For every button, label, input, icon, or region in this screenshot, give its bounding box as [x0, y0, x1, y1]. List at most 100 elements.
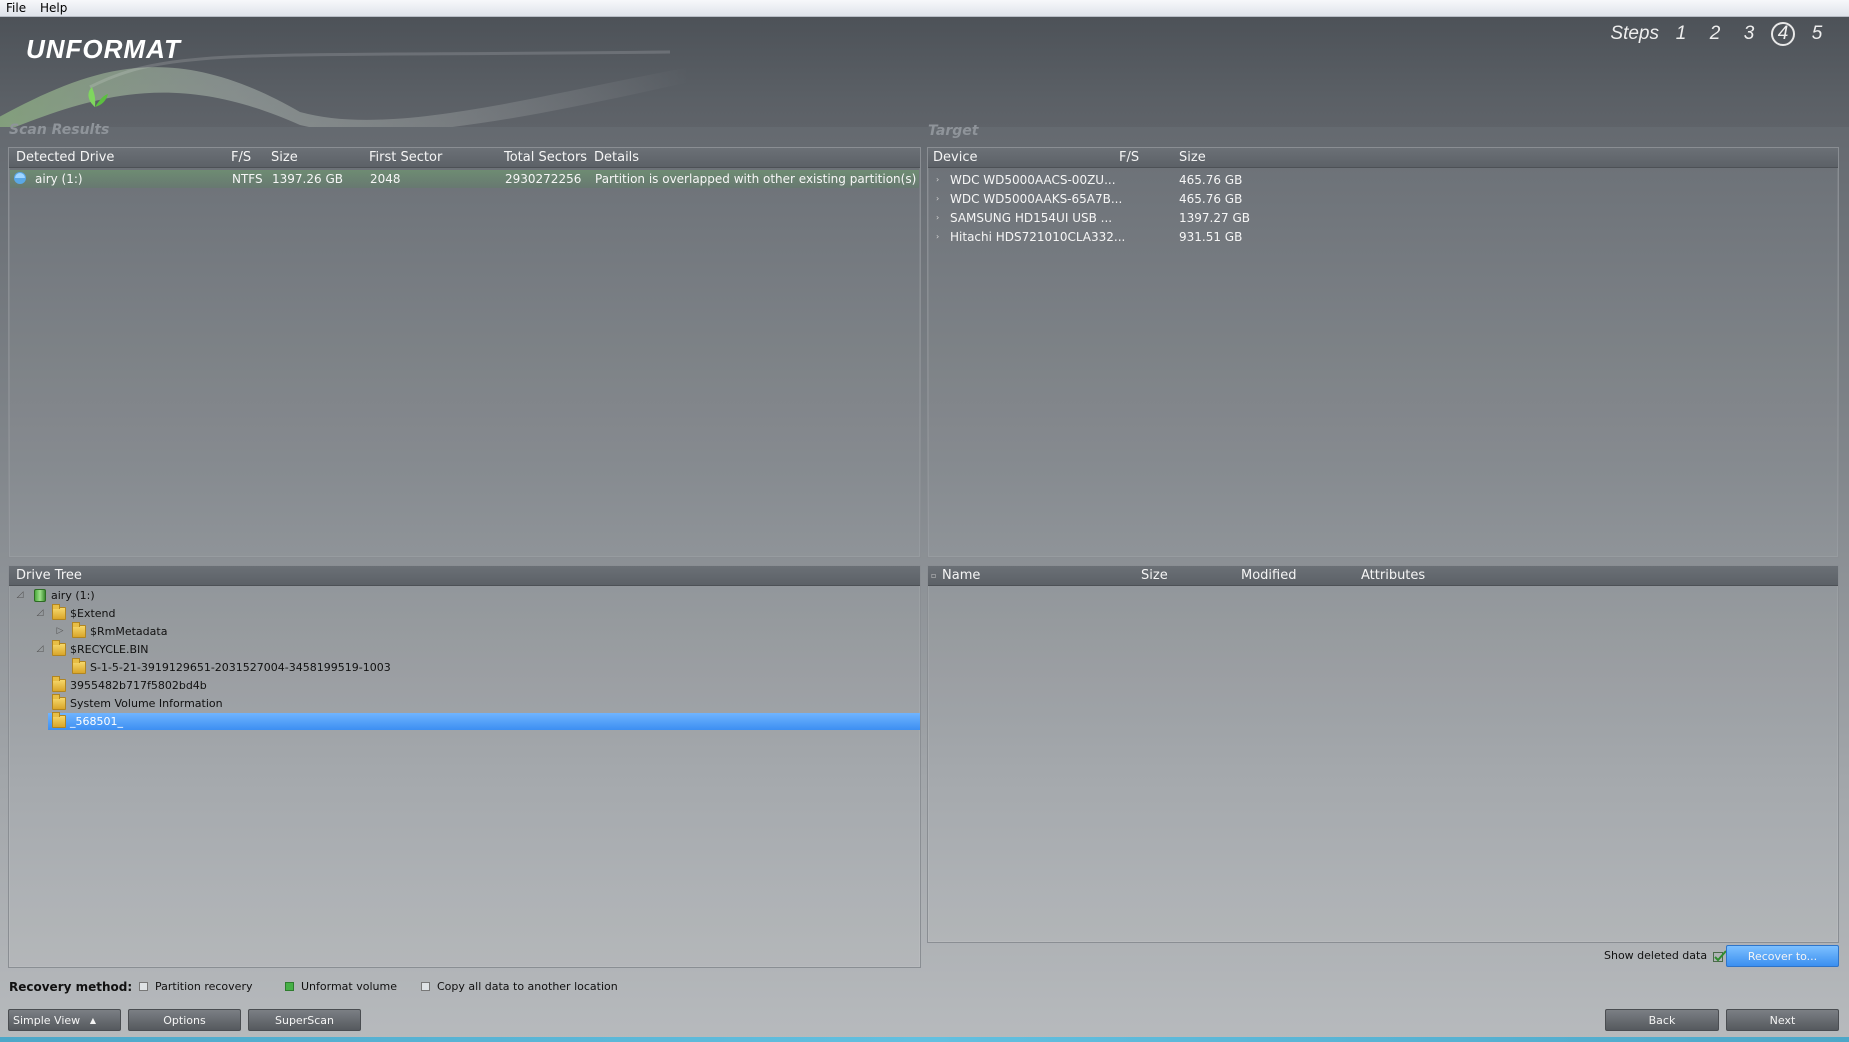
col-device[interactable]: Device: [933, 150, 977, 165]
col-target-size[interactable]: Size: [1179, 150, 1206, 165]
target-header: Device F/S Size: [928, 148, 1838, 168]
tree-node[interactable]: 3955482b717f5802bd4b: [34, 675, 207, 693]
back-button[interactable]: Back: [1605, 1009, 1719, 1031]
device-name: Hitachi HDS721010CLA332...: [950, 230, 1126, 244]
tree-node[interactable]: ◿ airy (1:): [14, 587, 95, 603]
menu-file[interactable]: File: [6, 1, 26, 15]
tree-node-label: 3955482b717f5802bd4b: [70, 678, 207, 692]
device-name: SAMSUNG HD154UI USB ...: [950, 211, 1113, 225]
options-button[interactable]: Options: [128, 1009, 241, 1031]
steps-indicator: Steps 1 2 3 4 5: [1610, 22, 1829, 46]
expand-arrow-icon[interactable]: ›: [936, 194, 939, 203]
folder-icon: [52, 693, 66, 710]
device-size: 465.76 GB: [1179, 192, 1243, 206]
step-2: 2: [1709, 23, 1721, 44]
tree-node-selected[interactable]: _568501_: [34, 711, 123, 729]
recover-to-button[interactable]: Recover to...: [1726, 945, 1839, 967]
recovery-option-copy[interactable]: Copy all data to another location: [421, 980, 618, 993]
checkbox-icon[interactable]: [421, 982, 430, 991]
drive-first-sector: 2048: [370, 172, 401, 186]
expand-arrow-icon[interactable]: ›: [936, 232, 939, 241]
col-first-sector[interactable]: First Sector: [369, 150, 442, 165]
folder-icon: [72, 657, 86, 674]
expand-arrow-icon[interactable]: ›: [936, 175, 939, 184]
table-row[interactable]: airy (1:) NTFS 1397.26 GB 2048 293027225…: [10, 170, 919, 188]
drive-icon: [13, 171, 27, 188]
tree-node-label: $Extend: [70, 606, 116, 620]
drive-total-sectors: 2930272256: [505, 172, 582, 186]
step-3: 3: [1743, 23, 1755, 44]
col-name[interactable]: Name: [942, 568, 980, 583]
tree-node-label: S-1-5-21-3919129651-2031527004-345819951…: [90, 660, 391, 674]
tree-node-label: _568501_: [70, 714, 123, 728]
taskbar-edge: [0, 1037, 1849, 1042]
tree-node[interactable]: ▷ $RmMetadata: [54, 621, 167, 639]
file-list-panel: ▫ Name Size Modified Attributes: [927, 565, 1839, 943]
tree-node-label: System Volume Information: [70, 696, 223, 710]
checkbox-checked-icon[interactable]: [285, 982, 294, 991]
drive-size: 1397.26 GB: [272, 172, 343, 186]
tree-node[interactable]: S-1-5-21-3919129651-2031527004-345819951…: [54, 657, 391, 675]
scan-results-table: Detected Drive F/S Size First Sector Tot…: [8, 147, 921, 558]
app-header: UNFORMAT Steps 1 2 3 4 5: [0, 17, 1849, 127]
tree-node[interactable]: ◿ $RECYCLE.BIN: [34, 639, 149, 657]
target-title: Target: [928, 123, 979, 139]
device-name: WDC WD5000AAKS-65A7B...: [950, 192, 1123, 206]
expand-icon[interactable]: ▷: [54, 626, 66, 636]
col-details[interactable]: Details: [594, 150, 639, 165]
tree-node[interactable]: ◿ $Extend: [34, 603, 116, 621]
step-1: 1: [1675, 23, 1687, 44]
col-fs[interactable]: F/S: [231, 150, 251, 165]
col-total-sectors[interactable]: Total Sectors: [504, 150, 587, 165]
tree-node[interactable]: System Volume Information: [34, 693, 223, 711]
collapse-icon[interactable]: ◿: [34, 608, 46, 618]
folder-icon: [52, 639, 66, 656]
col-attributes[interactable]: Attributes: [1361, 568, 1425, 583]
scan-results-title: Scan Results: [9, 122, 110, 138]
next-button[interactable]: Next: [1726, 1009, 1839, 1031]
folder-icon: [52, 603, 66, 620]
col-target-fs[interactable]: F/S: [1119, 150, 1139, 165]
step-4-current: 4: [1771, 22, 1795, 46]
collapse-icon[interactable]: ◿: [34, 644, 46, 654]
selected-tree-row[interactable]: [48, 713, 920, 730]
select-all-icon[interactable]: ▫: [931, 571, 936, 580]
device-size: 931.51 GB: [1179, 230, 1243, 244]
col-size[interactable]: Size: [271, 150, 298, 165]
show-deleted-label: Show deleted data: [1604, 949, 1708, 962]
table-row[interactable]: › WDC WD5000AACS-00ZU... 465.76 GB: [928, 172, 1838, 190]
recovery-method-label: Recovery method:: [9, 980, 133, 994]
tree-node-label: $RECYCLE.BIN: [70, 642, 149, 656]
device-size: 1397.27 GB: [1179, 211, 1250, 225]
step-5: 5: [1811, 23, 1823, 44]
drive-tree-header: Drive Tree: [9, 566, 920, 586]
col-detected-drive[interactable]: Detected Drive: [16, 150, 114, 165]
chevron-up-icon: ▲: [89, 1015, 96, 1025]
recovery-option-label: Copy all data to another location: [437, 980, 618, 993]
simple-view-button[interactable]: Simple View ▲: [8, 1009, 121, 1031]
expand-arrow-icon[interactable]: ›: [936, 213, 939, 222]
menu-help[interactable]: Help: [40, 1, 67, 15]
drive-tree-title: Drive Tree: [16, 568, 82, 583]
table-row[interactable]: › SAMSUNG HD154UI USB ... 1397.27 GB: [928, 210, 1838, 228]
drive-icon: [34, 588, 46, 602]
tree-node-label: airy (1:): [51, 588, 95, 602]
file-list-header: ▫ Name Size Modified Attributes: [928, 566, 1838, 586]
collapse-icon[interactable]: ◿: [14, 590, 26, 600]
recovery-option-partition[interactable]: Partition recovery: [139, 980, 252, 993]
col-file-size[interactable]: Size: [1141, 568, 1168, 583]
folder-icon: [52, 675, 66, 692]
device-name: WDC WD5000AACS-00ZU...: [950, 173, 1116, 187]
app-logo: UNFORMAT: [26, 34, 181, 64]
table-row[interactable]: › WDC WD5000AAKS-65A7B... 465.76 GB: [928, 191, 1838, 209]
show-deleted-toggle[interactable]: Show deleted data: [1604, 949, 1727, 962]
recovery-option-unformat[interactable]: Unformat volume: [285, 980, 397, 993]
folder-icon: [52, 711, 66, 728]
checkmark-icon[interactable]: [1713, 949, 1727, 962]
checkbox-icon[interactable]: [139, 982, 148, 991]
superscan-button[interactable]: SuperScan: [248, 1009, 361, 1031]
leaf-icon: [88, 87, 108, 107]
table-row[interactable]: › Hitachi HDS721010CLA332... 931.51 GB: [928, 229, 1838, 247]
col-modified[interactable]: Modified: [1241, 568, 1296, 583]
recovery-option-label: Unformat volume: [301, 980, 397, 993]
